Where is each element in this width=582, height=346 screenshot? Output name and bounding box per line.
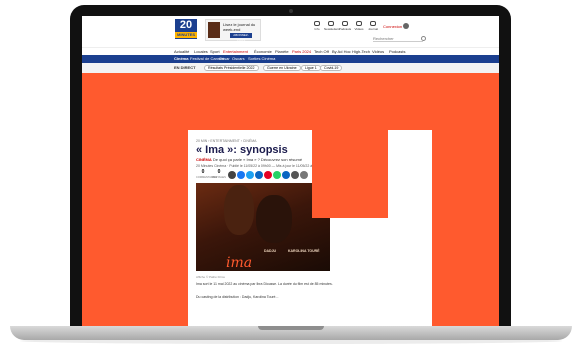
- promo-text: Lisez le journal du week-end: [223, 22, 256, 32]
- main-nav: Actualité Locales Sport Entertainment Éc…: [82, 47, 499, 55]
- util-videos[interactable]: Vidéos: [352, 21, 366, 31]
- article-title: « Ima »: synopsis: [196, 144, 288, 156]
- article-byline: 20 Minutes Cinéma · Publié le 11/05/22 à…: [196, 164, 323, 168]
- promo-thumbnail: [208, 22, 220, 38]
- mic-icon: [342, 21, 348, 26]
- pinterest-icon[interactable]: [264, 171, 272, 179]
- hero-credit: KAROLINA TOURÉ: [288, 249, 320, 253]
- subnav-item[interactable]: Oscars: [232, 56, 245, 61]
- user-avatar-icon[interactable]: [403, 23, 409, 29]
- site-logo[interactable]: 20 MINUTES: [175, 19, 197, 39]
- nav-item[interactable]: Vidéos: [372, 49, 384, 54]
- article-card: 20 MIN › ENTERTAINMENT › CINÉMA « Ima »:…: [188, 130, 432, 326]
- nav-item[interactable]: Podcasts: [389, 49, 405, 54]
- subnav-item[interactable]: Sorties Cinéma: [248, 56, 275, 61]
- nav-item[interactable]: Tech Off: [314, 49, 329, 54]
- util-info[interactable]: Info: [310, 21, 324, 31]
- lede-prefix: CINÉMA: [196, 157, 212, 162]
- nav-item[interactable]: Actualité: [174, 49, 189, 54]
- subscribe-button[interactable]: ABONNEZ-VOUS: [230, 33, 252, 42]
- subscription-promo[interactable]: Lisez le journal du week-end ABONNEZ-VOU…: [205, 19, 261, 42]
- logo-subtext: MINUTES: [175, 32, 197, 38]
- hero-figure-left: [224, 185, 254, 235]
- subnav-item[interactable]: César: [219, 56, 230, 61]
- hero-figure-right: [256, 195, 292, 243]
- nav-item[interactable]: Économie: [254, 49, 272, 54]
- image-caption: Affiche © Pathé Films: [196, 275, 225, 279]
- newspaper-icon: [370, 21, 376, 26]
- comments-count[interactable]: 0 COMMENTAIRES: [196, 170, 217, 180]
- util-label: Journal: [368, 27, 378, 31]
- util-label: Vidéos: [354, 27, 364, 31]
- laptop-notch: [258, 326, 324, 330]
- chat-icon: [314, 21, 320, 26]
- hero-credit: DADJU: [264, 249, 277, 253]
- nav-item[interactable]: Sport: [210, 49, 220, 54]
- link-icon[interactable]: [228, 171, 236, 179]
- nav-item[interactable]: Planète: [275, 49, 289, 54]
- email-icon[interactable]: [291, 171, 299, 179]
- nav-item[interactable]: High-Tech: [352, 49, 370, 54]
- laptop-lid: 20 MINUTES Lisez le journal du week-end …: [70, 5, 511, 327]
- article-hero-image[interactable]: DADJU KAROLINA TOURÉ ima: [196, 183, 330, 271]
- trending-label: EN DIRECT: [174, 65, 196, 70]
- mail-icon: [328, 21, 334, 26]
- play-icon: [356, 21, 362, 26]
- logo-text: 20: [179, 19, 193, 31]
- trending-chip[interactable]: Guerre en Ukraine: [263, 65, 301, 71]
- search-input[interactable]: [373, 35, 423, 42]
- breadcrumb[interactable]: 20 MIN › ENTERTAINMENT › CINÉMA: [196, 139, 256, 143]
- whatsapp-icon[interactable]: [273, 171, 281, 179]
- article-lede: CINÉMA De quoi ça parle « Ima » ? Découv…: [196, 157, 302, 162]
- subnav-item-active[interactable]: Cinéma: [174, 56, 188, 61]
- browser-screen: 20 MINUTES Lisez le journal du week-end …: [82, 16, 499, 326]
- trending-chip[interactable]: Résultats Présidentielle 2022: [204, 65, 259, 71]
- shares-label: PARTAGES: [212, 176, 226, 179]
- util-journal[interactable]: Journal: [366, 21, 380, 31]
- util-label: Info: [314, 27, 320, 31]
- messenger-icon[interactable]: [282, 171, 290, 179]
- trending-chip[interactable]: Ligue 1: [301, 65, 321, 71]
- search-icon[interactable]: [421, 36, 426, 41]
- hero-title-word: ima: [226, 255, 253, 271]
- facebook-icon[interactable]: [237, 171, 245, 179]
- camera-icon: [289, 9, 293, 13]
- twitter-icon[interactable]: [246, 171, 254, 179]
- section-subnav: Cinéma Festival de Cannes César Oscars S…: [82, 55, 499, 63]
- nav-item-active[interactable]: Entertainment: [223, 49, 248, 54]
- nav-item[interactable]: By Ad Hoc: [332, 49, 351, 54]
- lede-text: De quoi ça parle « Ima » ? Découvrez son…: [212, 157, 303, 162]
- article-paragraph: Du casting de la distribution : Dadju, K…: [196, 295, 279, 299]
- trending-bar: EN DIRECT Résultats Présidentielle 2022 …: [82, 63, 499, 73]
- comments-label: COMMENTAIRES: [196, 176, 217, 179]
- laptop-mockup: 20 MINUTES Lisez le journal du week-end …: [0, 0, 582, 346]
- login-link[interactable]: Connexion: [383, 24, 402, 29]
- laptop-base: [10, 326, 572, 340]
- linkedin-icon[interactable]: [255, 171, 263, 179]
- print-icon[interactable]: [300, 171, 308, 179]
- nav-item[interactable]: Paris 2024: [292, 49, 311, 54]
- util-newsletters[interactable]: Newsletters: [324, 21, 340, 31]
- site-header: 20 MINUTES Lisez le journal du week-end …: [82, 16, 499, 47]
- trending-chip[interactable]: Covid-19: [320, 65, 343, 71]
- util-label: Podcasts: [338, 27, 352, 31]
- util-podcasts[interactable]: Podcasts: [338, 21, 352, 31]
- shares-count: 0 PARTAGES: [212, 170, 226, 180]
- article-paragraph: Ima sort le 11 mai 2022 au cinéma par Ib…: [196, 282, 333, 286]
- ad-slot: [312, 86, 388, 218]
- nav-item[interactable]: Locales: [194, 49, 208, 54]
